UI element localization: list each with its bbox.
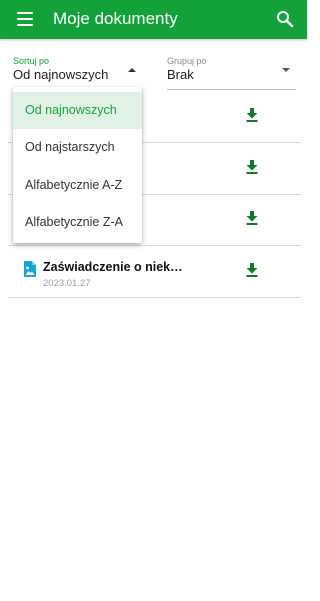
group-value: Brak	[167, 67, 194, 82]
sort-option-oldest[interactable]: Od najstarszych	[13, 129, 142, 166]
document-title: Zaświadczenie o niek…	[43, 260, 183, 274]
group-label: Grupuj po	[167, 56, 207, 66]
sort-option-alpha-desc[interactable]: Alfabetycznie Z-A	[13, 204, 142, 241]
search-icon[interactable]	[276, 10, 294, 28]
download-icon[interactable]	[245, 107, 259, 123]
sort-value: Od najnowszych	[13, 67, 109, 82]
list-item[interactable]: Zaświadczenie o niek… 2023.01.27	[8, 246, 301, 298]
sort-dropdown-menu: Od najnowszych Od najstarszych Alfabetyc…	[13, 87, 142, 243]
download-icon[interactable]	[245, 159, 259, 175]
row-divider	[8, 297, 301, 298]
chevron-up-icon	[128, 68, 136, 72]
sort-option-alpha-asc[interactable]: Alfabetycznie A-Z	[13, 167, 142, 204]
sort-label: Sortuj po	[13, 56, 50, 66]
chevron-down-icon	[282, 68, 290, 72]
document-date: 2023.01.27	[43, 278, 91, 289]
image-file-icon	[23, 261, 36, 277]
download-icon[interactable]	[245, 210, 259, 226]
hamburger-menu-icon[interactable]	[17, 11, 35, 28]
sort-option-newest[interactable]: Od najnowszych	[13, 92, 142, 129]
app-bar: Moje dokumenty	[0, 0, 307, 39]
group-underline	[167, 89, 296, 90]
page-title: Moje dokumenty	[53, 9, 178, 28]
download-icon[interactable]	[245, 262, 259, 278]
